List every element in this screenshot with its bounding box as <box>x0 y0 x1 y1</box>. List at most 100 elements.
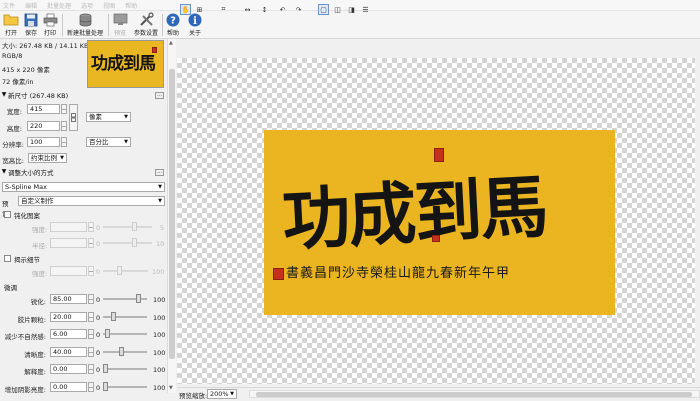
fine-tune-input[interactable]: 0.00 <box>50 382 87 392</box>
fine-tune-slider[interactable] <box>103 329 147 338</box>
size-unit-select[interactable]: 像素 ▼ <box>86 112 131 122</box>
resolution-input[interactable]: 100 <box>27 137 60 147</box>
print-button[interactable]: 打印 <box>41 12 59 38</box>
fine-tune-spinner[interactable] <box>88 329 94 339</box>
scroll-up-icon[interactable]: ▲ <box>169 40 173 46</box>
preview-button[interactable]: 预览 <box>110 12 130 38</box>
menu-file[interactable]: 文件 <box>3 1 15 10</box>
fine-tune-input[interactable]: 20.00 <box>50 312 87 322</box>
reveal-detail-checkbox[interactable] <box>4 255 11 262</box>
settings-button[interactable]: 参数设置 <box>131 12 161 38</box>
help-label: 帮助 <box>166 30 179 37</box>
panel-scrollbar-thumb[interactable] <box>169 69 175 359</box>
resolution-unit-select[interactable]: 百分比 ▼ <box>86 137 131 147</box>
scroll-down-icon[interactable]: ▼ <box>169 385 173 391</box>
resize-method-section-header[interactable]: ▼ 调整大小的方式 <box>0 167 165 177</box>
sharpen-radius-input[interactable] <box>50 238 87 248</box>
height-input[interactable]: 220 <box>27 121 60 131</box>
slider-knob[interactable] <box>119 347 124 356</box>
question-icon: ? <box>165 12 181 27</box>
crop-icon: ⌗ <box>221 5 226 13</box>
fine-tune-min: 0 <box>96 384 101 392</box>
fine-tune-slider[interactable] <box>103 294 147 303</box>
slider-knob[interactable] <box>103 382 108 391</box>
quad-view-button[interactable]: ☰ <box>360 4 371 15</box>
fine-tune-input[interactable]: 85.00 <box>50 294 87 304</box>
crop-tool-button[interactable]: ⌗ <box>218 4 229 15</box>
rotate-left-button[interactable]: ↶ <box>277 4 288 15</box>
save-button[interactable]: 保存 <box>22 12 40 38</box>
help-button[interactable]: ? 帮助 <box>164 12 182 38</box>
section-toggle-button[interactable]: … <box>155 169 164 176</box>
menu-view[interactable]: 视图 <box>103 1 115 10</box>
fit-width-button[interactable]: ↔ <box>242 4 253 15</box>
chevron-down-icon: ▼ <box>158 198 162 204</box>
floppy-icon <box>23 12 39 27</box>
preset-select[interactable]: 自定义制作 ▼ <box>18 196 165 206</box>
new-size-section-header[interactable]: ▼ 新尺寸 (267.48 KB) <box>0 90 165 100</box>
fine-tune-title: 微调 <box>4 283 17 292</box>
zoom-tool-button[interactable]: ⊞ <box>194 4 205 15</box>
reveal-strength-slider[interactable] <box>103 266 148 275</box>
section-toggle-button[interactable]: … <box>155 92 164 99</box>
fine-tune-slider[interactable] <box>103 312 147 321</box>
aspect-link-button[interactable] <box>69 104 78 131</box>
sharpen-pattern-checkbox[interactable] <box>4 211 11 218</box>
about-button[interactable]: i 关于 <box>186 12 204 38</box>
fine-tune-slider[interactable] <box>103 347 147 356</box>
resize-method-title: 调整大小的方式 <box>8 168 54 177</box>
fine-tune-input[interactable]: 40.00 <box>50 347 87 357</box>
tools-icon <box>138 12 154 27</box>
sharpen-radius-spinner[interactable] <box>88 238 94 248</box>
fine-tune-spinner[interactable] <box>88 294 94 304</box>
slider-knob[interactable] <box>103 364 108 373</box>
fit-height-button[interactable]: ↕ <box>259 4 270 15</box>
fine-tune-slider[interactable] <box>103 364 147 373</box>
menu-batch[interactable]: 批量处理 <box>47 1 71 10</box>
fine-tune-spinner[interactable] <box>88 382 94 392</box>
fine-tune-spinner[interactable] <box>88 364 94 374</box>
resolution-spinner[interactable] <box>61 137 67 147</box>
menu-options[interactable]: 选项 <box>81 1 93 10</box>
slider-knob[interactable] <box>136 294 141 303</box>
hand-tool-button[interactable]: ✋ <box>180 4 191 15</box>
sharpen-strength-spinner[interactable] <box>88 222 94 232</box>
sharpen-radius-slider[interactable] <box>103 238 152 247</box>
reveal-strength-input[interactable] <box>50 266 87 276</box>
zoom-select[interactable]: 200% ▼ <box>207 389 237 399</box>
reveal-strength-spinner[interactable] <box>88 266 94 276</box>
width-input[interactable]: 415 <box>27 104 60 114</box>
canvas-scrollbar-thumb[interactable] <box>256 392 692 397</box>
sharpen-strength-input[interactable] <box>50 222 87 232</box>
slider-knob[interactable] <box>111 312 116 321</box>
width-spinner[interactable] <box>61 104 67 114</box>
fine-tune-spinner[interactable] <box>88 312 94 322</box>
aspect-select[interactable]: 约束比例 ▼ <box>28 153 67 163</box>
canvas-horizontal-scrollbar[interactable] <box>249 390 700 398</box>
thumbnail-preview[interactable]: 功成到馬 <box>87 40 164 88</box>
fine-tune-input[interactable]: 0.00 <box>50 364 87 374</box>
monitor-icon <box>112 12 128 27</box>
single-view-button[interactable]: ▢ <box>318 4 329 15</box>
slider-knob[interactable] <box>105 329 110 338</box>
sharpen-strength-slider[interactable] <box>103 222 152 231</box>
panel-scrollbar[interactable]: ▲ ▼ <box>167 39 176 393</box>
resize-method-value: S-Spline Max <box>5 183 47 191</box>
open-button[interactable]: 打开 <box>2 12 20 38</box>
calligraphy-artwork[interactable]: 功成到馬 甲午年新春九龍山桂榮寺沙門昌義書 <box>264 130 615 315</box>
side-view-button[interactable]: ◨ <box>346 4 357 15</box>
reveal-detail-label: 揭示细节 <box>14 256 40 264</box>
fine-tune-spinner[interactable] <box>88 347 94 357</box>
height-spinner[interactable] <box>61 121 67 131</box>
batch-label: 新建批量处理 <box>66 30 103 37</box>
fine-tune-input[interactable]: 6.00 <box>50 329 87 339</box>
batch-button[interactable]: 新建批量处理 <box>64 12 106 38</box>
menu-edit[interactable]: 编辑 <box>25 1 37 10</box>
resize-method-select[interactable]: S-Spline Max ▼ <box>2 182 165 192</box>
fine-tune-min: 0 <box>96 349 101 357</box>
zoom-label: 预览缩放: <box>179 392 208 400</box>
menu-help[interactable]: 帮助 <box>125 1 137 10</box>
fine-tune-slider[interactable] <box>103 382 147 391</box>
split-view-button[interactable]: ◫ <box>332 4 343 15</box>
rotate-right-button[interactable]: ↷ <box>293 4 304 15</box>
